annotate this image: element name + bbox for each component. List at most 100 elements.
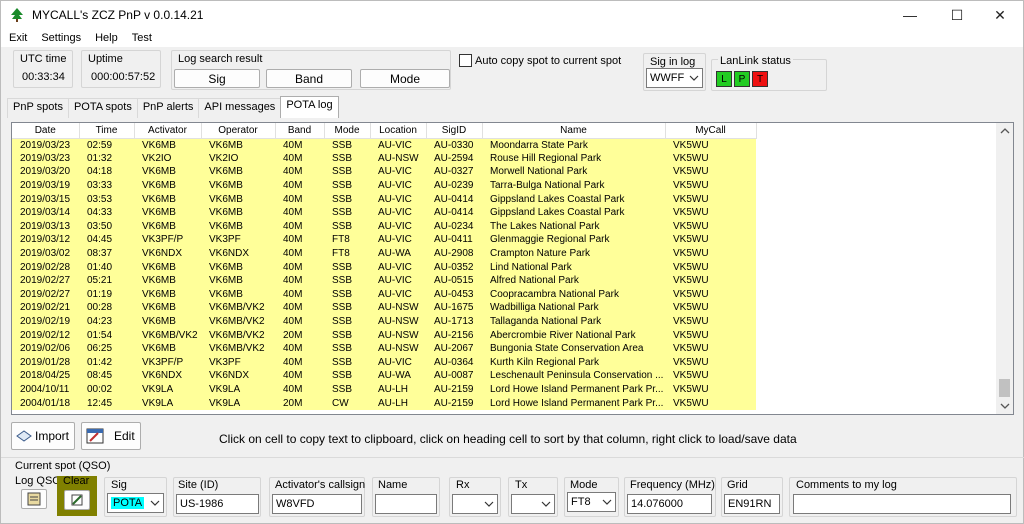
table-cell[interactable]: 04:33 (79, 205, 134, 220)
table-cell[interactable]: 02:59 (79, 138, 134, 152)
table-cell[interactable]: VK6MB (134, 341, 201, 356)
table-cell[interactable]: Gippsland Lakes Coastal Park (482, 192, 665, 206)
scroll-down-icon[interactable] (1000, 401, 1010, 411)
table-row[interactable]: 2019/02/21 00:28 VK6MB VK6MB/VK2 40M SSB AU-NS… (12, 301, 756, 315)
column-header[interactable]: Name (482, 123, 666, 139)
name-input[interactable] (375, 494, 437, 514)
table-cell[interactable]: AU-VIC (370, 219, 426, 234)
column-header[interactable]: Mode (324, 123, 371, 139)
maximize-button[interactable]: ☐ (934, 1, 980, 29)
table-cell[interactable]: 03:50 (79, 219, 134, 234)
search-band-button[interactable]: Band (266, 69, 352, 88)
table-cell[interactable]: AU-NSW (370, 341, 426, 356)
table-cell[interactable]: VK6MB (201, 192, 275, 206)
table-cell[interactable]: 40M (275, 273, 324, 288)
table-cell[interactable]: VK6MB (201, 205, 275, 220)
table-cell[interactable]: VK5WU (665, 205, 756, 220)
table-cell[interactable]: VK5WU (665, 165, 756, 179)
table-cell[interactable]: 2019/03/13 (12, 219, 79, 234)
table-cell[interactable]: AU-VIC (370, 205, 426, 220)
table-cell[interactable]: VK6NDX (134, 246, 201, 261)
table-cell[interactable]: VK3PF (201, 355, 275, 370)
table-cell[interactable]: 00:28 (79, 301, 134, 315)
table-cell[interactable]: 01:40 (79, 260, 134, 274)
table-row[interactable]: 2019/03/23 02:59 VK6MB VK6MB 40M SSB AU-VIC AU-… (12, 138, 756, 152)
table-cell[interactable]: AU-0414 (426, 205, 482, 220)
table-cell[interactable]: CW (324, 396, 370, 410)
table-cell[interactable]: AU-VIC (370, 273, 426, 288)
table-row[interactable]: 2019/03/19 03:33 VK6MB VK6MB 40M SSB AU-VIC AU-… (12, 178, 756, 193)
table-cell[interactable]: AU-VIC (370, 192, 426, 206)
table-row[interactable]: 2018/04/25 08:45 VK6NDX VK6NDX 40M SSB AU-WA AU… (12, 369, 756, 383)
table-cell[interactable]: VK5WU (665, 287, 756, 302)
table-cell[interactable]: Lord Howe Island Permanent Park Pr... (482, 396, 665, 410)
table-cell[interactable]: 2019/03/12 (12, 233, 79, 247)
table-cell[interactable]: Rouse Hill Regional Park (482, 151, 665, 166)
table-row[interactable]: 2019/02/19 04:23 VK6MB VK6MB/VK2 40M SSB AU-NS… (12, 314, 756, 329)
table-cell[interactable]: 2019/03/20 (12, 165, 79, 179)
table-cell[interactable]: 12:45 (79, 396, 134, 410)
table-cell[interactable]: 2019/02/27 (12, 273, 79, 288)
menu-exit[interactable]: Exit (1, 32, 33, 44)
table-cell[interactable]: FT8 (324, 233, 370, 247)
table-cell[interactable]: AU-VIC (370, 138, 426, 152)
table-cell[interactable]: 40M (275, 301, 324, 315)
table-cell[interactable]: AU-1675 (426, 301, 482, 315)
table-cell[interactable]: AU-NSW (370, 151, 426, 166)
table-cell[interactable]: Wadbilliga National Park (482, 301, 665, 315)
table-row[interactable]: 2019/03/12 04:45 VK3PF/P VK3PF 40M FT8 AU-VIC A… (12, 233, 756, 247)
table-cell[interactable]: VK6MB (201, 273, 275, 288)
table-row[interactable]: 2019/02/27 05:21 VK6MB VK6MB 40M SSB AU-VIC AU-… (12, 273, 756, 288)
column-header[interactable]: MyCall (665, 123, 757, 139)
table-row[interactable]: 2019/02/12 01:54 VK6MB/VK2 VK6MB/VK2 20M SSB A… (12, 328, 756, 342)
table-cell[interactable]: AU-0352 (426, 260, 482, 274)
table-cell[interactable]: VK5WU (665, 328, 756, 342)
table-cell[interactable]: Glenmaggie Regional Park (482, 233, 665, 247)
table-cell[interactable]: VK9LA (134, 382, 201, 397)
minimize-button[interactable]: — (887, 1, 933, 29)
table-cell[interactable]: VK6MB (201, 138, 275, 152)
table-cell[interactable]: VK6MB (201, 165, 275, 179)
table-cell[interactable]: 00:02 (79, 382, 134, 397)
table-cell[interactable]: 03:53 (79, 192, 134, 206)
table-cell[interactable]: VK6MB (134, 273, 201, 288)
table-cell[interactable]: 40M (275, 151, 324, 166)
table-cell[interactable]: 40M (275, 138, 324, 152)
table-cell[interactable]: 06:25 (79, 341, 134, 356)
table-cell[interactable]: SSB (324, 369, 370, 383)
table-cell[interactable]: AU-LH (370, 396, 426, 410)
table-cell[interactable]: 2019/02/27 (12, 287, 79, 302)
table-cell[interactable]: VK6MB/VK2 (201, 341, 275, 356)
table-cell[interactable]: 2018/04/25 (12, 369, 79, 383)
table-row[interactable]: 2004/01/18 12:45 VK9LA VK9LA 20M CW AU-LH AU-21… (12, 396, 756, 410)
table-cell[interactable]: 40M (275, 192, 324, 206)
table-cell[interactable]: VK5WU (665, 341, 756, 356)
table-cell[interactable]: VK3PF/P (134, 233, 201, 247)
table-cell[interactable]: AU-0411 (426, 233, 482, 247)
mode-select[interactable]: FT8 (567, 492, 616, 512)
table-cell[interactable]: 01:19 (79, 287, 134, 302)
rx-select[interactable] (452, 494, 498, 514)
table-cell[interactable]: AU-VIC (370, 178, 426, 193)
table-cell[interactable]: 01:54 (79, 328, 134, 342)
table-cell[interactable]: VK6NDX (201, 369, 275, 383)
table-cell[interactable]: VK6MB/VK2 (134, 328, 201, 342)
table-cell[interactable]: VK6MB/VK2 (201, 301, 275, 315)
close-button[interactable]: ✕ (977, 1, 1023, 29)
table-row[interactable]: 2019/02/06 06:25 VK6MB VK6MB/VK2 40M SSB AU-NS… (12, 341, 756, 356)
table-cell[interactable]: 2019/03/23 (12, 138, 79, 152)
table-cell[interactable]: 2019/03/23 (12, 151, 79, 166)
table-cell[interactable]: Tarra-Bulga National Park (482, 178, 665, 193)
table-cell[interactable]: SSB (324, 328, 370, 342)
table-cell[interactable]: 05:21 (79, 273, 134, 288)
table-cell[interactable]: 04:23 (79, 314, 134, 329)
table-cell[interactable]: SSB (324, 138, 370, 152)
table-cell[interactable]: VK6MB (134, 287, 201, 302)
table-cell[interactable]: AU-2159 (426, 396, 482, 410)
site-input[interactable]: US-1986 (176, 494, 259, 514)
table-cell[interactable]: AU-VIC (370, 355, 426, 370)
log-qso-button[interactable] (21, 489, 47, 509)
table-cell[interactable]: VK5WU (665, 369, 756, 383)
table-cell[interactable]: 2019/02/21 (12, 301, 79, 315)
table-cell[interactable]: VK3PF (201, 233, 275, 247)
